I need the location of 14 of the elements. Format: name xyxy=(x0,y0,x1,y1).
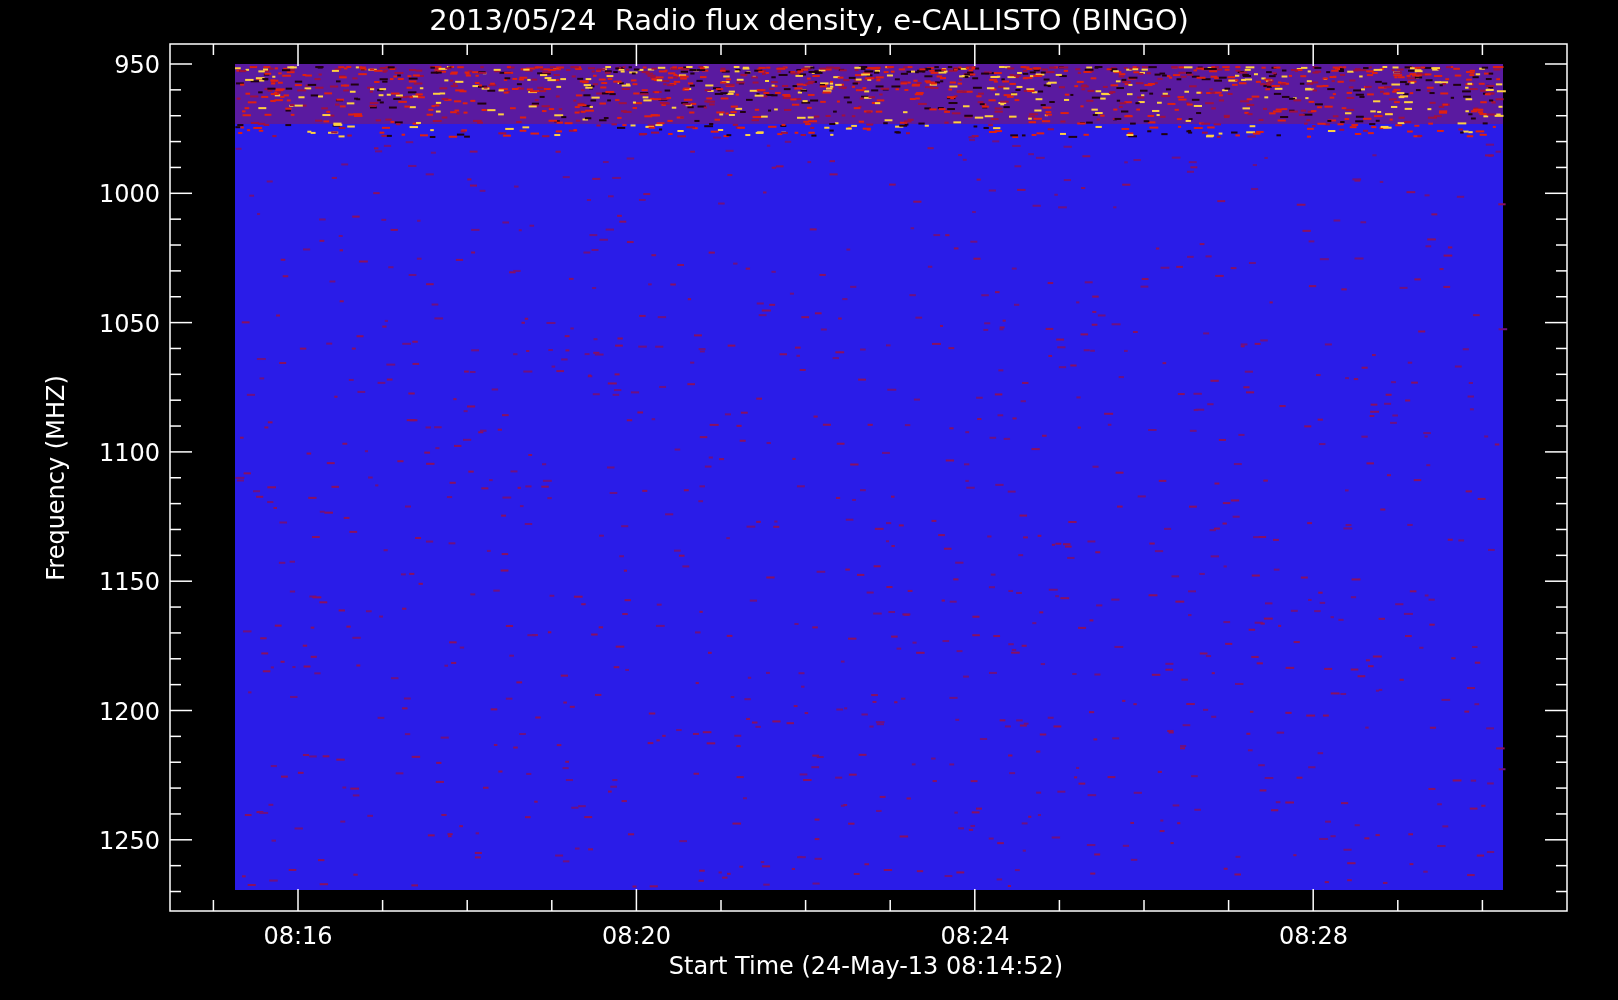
y-tick-label: 950 xyxy=(114,51,160,79)
y-tick-label: 1000 xyxy=(98,180,160,209)
y-tick-label: 1100 xyxy=(98,438,160,467)
y-tick-label: 1200 xyxy=(98,697,160,726)
y-axis-title: Frequency (MHZ) xyxy=(42,375,70,581)
x-axis-title: Start Time (24-May-13 08:14:52) xyxy=(668,952,1064,980)
x-tick-label: 08:28 xyxy=(1278,922,1349,950)
x-tick-label: 08:24 xyxy=(940,922,1010,950)
x-tick-label: 08:20 xyxy=(601,922,672,950)
y-tick-label: 1250 xyxy=(98,826,160,855)
x-tick-label: 08:16 xyxy=(263,922,333,950)
chart-title: 2013/05/24 Radio flux density, e-CALLISTO (BINGO) xyxy=(429,3,1189,37)
y-tick-label: 1150 xyxy=(98,568,160,597)
y-tick-label: 1050 xyxy=(98,309,160,338)
